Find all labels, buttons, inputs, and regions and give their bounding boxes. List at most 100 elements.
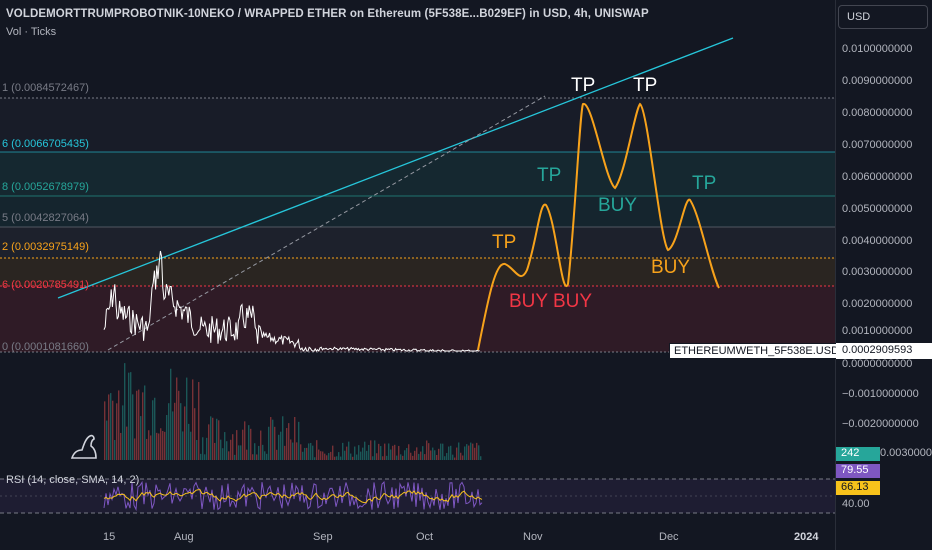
volume-bar: [390, 449, 392, 460]
volume-bar: [402, 455, 404, 460]
volume-bar: [248, 425, 250, 460]
annotation-tp[interactable]: TP: [692, 173, 716, 195]
volume-bar: [470, 442, 472, 460]
volume-bar: [164, 431, 166, 460]
time-tick: 15: [103, 531, 116, 543]
volume-bar: [456, 447, 458, 460]
volume-bar: [298, 421, 300, 460]
volume-bar: [480, 456, 482, 460]
volume-bar: [246, 449, 248, 460]
volume-bar: [346, 446, 348, 460]
volume-bar: [358, 445, 360, 460]
volume-bar: [212, 417, 214, 460]
volume-bar: [300, 444, 302, 460]
volume-bar: [444, 456, 446, 460]
volume-bar: [360, 451, 362, 460]
volume-bar: [238, 445, 240, 460]
price-tick: −0.0020000000: [842, 418, 919, 430]
volume-bar: [296, 442, 298, 460]
annotation-buy[interactable]: BUY: [598, 195, 637, 217]
volume-bar: [176, 377, 178, 460]
price-tick: 0.0000000000: [842, 358, 913, 370]
chart-root[interactable]: VOLDEMORTTRUMPROBOTNIK-10NEKO / WRAPPED …: [0, 0, 932, 550]
annotation-tp[interactable]: TP: [537, 165, 561, 187]
volume-bar: [474, 447, 476, 460]
volume-bar: [404, 450, 406, 460]
volume-bar: [242, 429, 244, 460]
volume-bar: [172, 411, 174, 460]
fib-label: 1 (0.0084572467): [2, 82, 89, 94]
volume-bar: [108, 394, 110, 460]
volume-bar: [216, 418, 218, 460]
volume-bar: [464, 446, 466, 460]
volume-bar: [430, 450, 432, 460]
volume-indicator-label[interactable]: Vol · Ticks: [6, 26, 56, 38]
volume-bar: [250, 428, 252, 460]
volume-bar: [320, 451, 322, 460]
volume-bar: [372, 456, 374, 460]
price-tick: 0.0040000000: [842, 235, 913, 247]
volume-bar: [410, 452, 412, 460]
price-tick: 0.0070000000: [842, 139, 913, 151]
volume-bar: [472, 443, 474, 460]
volume-bar: [318, 449, 320, 460]
annotation-buy-buy[interactable]: BUY BUY: [509, 291, 592, 313]
volume-value-badge: 242: [836, 447, 880, 461]
volume-bar: [110, 393, 112, 460]
currency-button[interactable]: USD: [838, 5, 928, 29]
volume-bar: [424, 454, 426, 460]
volume-bar: [292, 442, 294, 460]
volume-bar: [184, 406, 186, 460]
time-tick: Nov: [523, 531, 543, 543]
volume-bar: [134, 438, 136, 460]
volume-bar: [148, 430, 150, 460]
volume-bar: [384, 443, 386, 460]
volume-bar: [210, 416, 212, 460]
rsi-indicator-label[interactable]: RSI (14, close, SMA, 14, 2): [6, 474, 139, 486]
volume-bar: [466, 444, 468, 460]
volume-bar: [270, 417, 272, 460]
volume-bar: [414, 450, 416, 460]
volume-bar: [234, 454, 236, 460]
volume-bar: [128, 372, 130, 460]
time-tick: Sep: [313, 531, 333, 543]
volume-bar: [388, 443, 390, 460]
volume-bar: [202, 437, 204, 460]
annotation-tp[interactable]: TP: [633, 75, 657, 97]
volume-bar: [336, 456, 338, 460]
volume-bar: [132, 394, 134, 460]
volume-bar: [182, 431, 184, 460]
volume-bar: [362, 447, 364, 460]
volume-bar: [468, 445, 470, 460]
volume-bar: [398, 445, 400, 460]
volume-bar: [330, 451, 332, 460]
volume-bar: [138, 389, 140, 460]
volume-bar: [126, 426, 128, 460]
volume-bar: [478, 445, 480, 460]
annotation-buy[interactable]: BUY: [651, 257, 690, 279]
volume-bar: [170, 368, 172, 460]
volume-bar: [214, 442, 216, 460]
volume-bar: [208, 424, 210, 460]
volume-bar: [206, 437, 208, 460]
volume-bar: [124, 363, 126, 460]
annotation-tp[interactable]: TP: [492, 232, 516, 254]
volume-bar: [412, 455, 414, 460]
annotation-tp[interactable]: TP: [571, 75, 595, 97]
volume-bar: [188, 423, 190, 460]
volume-bar: [408, 444, 410, 460]
volume-bar: [418, 453, 420, 460]
volume-bar: [386, 455, 388, 460]
time-tick: Aug: [174, 531, 194, 543]
volume-bar: [322, 451, 324, 460]
volume-bar: [200, 453, 202, 460]
volume-bar: [406, 448, 408, 460]
volume-bar: [218, 420, 220, 460]
chart-canvas[interactable]: [0, 0, 932, 550]
volume-bar: [174, 402, 176, 460]
volume-bar: [302, 451, 304, 460]
volume-bar: [222, 448, 224, 460]
fib-label: 6 (0.0066705435): [2, 138, 89, 150]
tradingview-logo-icon[interactable]: [70, 432, 104, 460]
volume-bar: [158, 433, 160, 460]
